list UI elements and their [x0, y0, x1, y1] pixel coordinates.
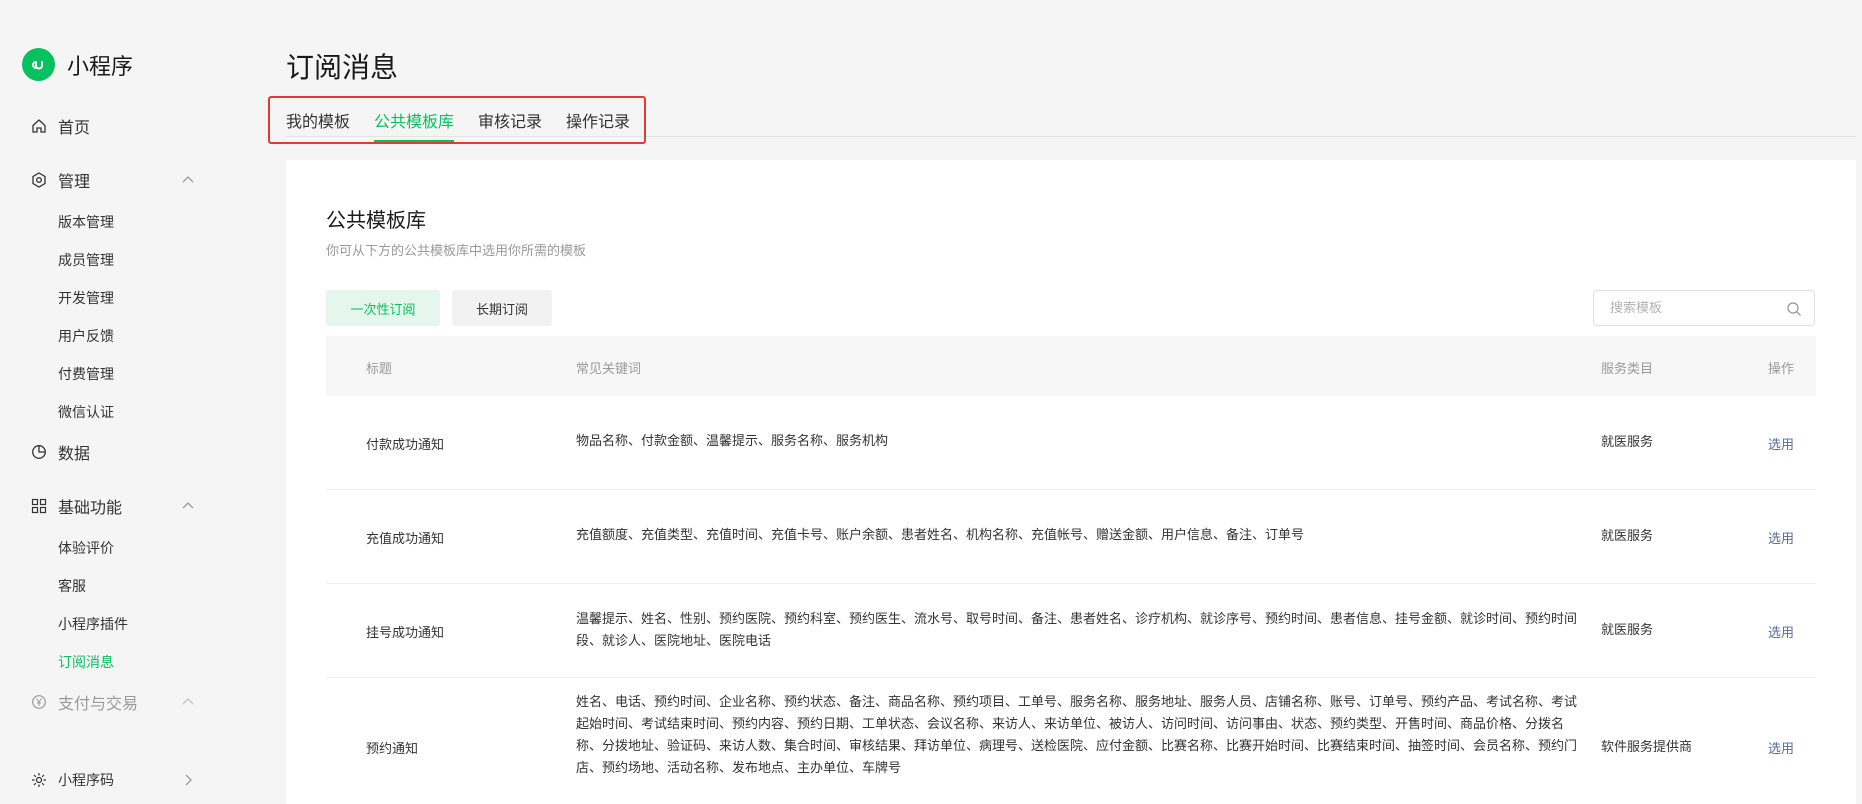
- brand-name: 小程序: [67, 54, 134, 80]
- chevron-up-icon[interactable]: [180, 498, 196, 514]
- select-button[interactable]: 选用: [1768, 622, 1794, 641]
- search-icon[interactable]: [1786, 301, 1802, 317]
- row-title: 充值成功通知: [366, 532, 445, 547]
- sidebar-item-review[interactable]: 体验评价: [58, 538, 114, 558]
- long-term-subscribe-button[interactable]: 长期订阅: [452, 290, 552, 326]
- brand[interactable]: 小程序: [22, 48, 133, 81]
- sidebar-item-customer-service[interactable]: 客服: [58, 576, 86, 596]
- yen-icon: [30, 693, 48, 711]
- sidebar-item-label: 基础功能: [58, 498, 123, 517]
- sidebar-item-feedback[interactable]: 用户反馈: [58, 326, 114, 346]
- tab-highlight-annotation: [268, 96, 646, 144]
- row-keywords: 温馨提示、姓名、性别、预约医院、预约科室、预约医生、流水号、取号时间、备注、患者…: [576, 612, 1578, 649]
- sidebar-item-dev[interactable]: 开发管理: [58, 288, 114, 308]
- row-keywords: 姓名、电话、预约时间、企业名称、预约状态、备注、商品名称、预约项目、工单号、服务…: [576, 695, 1578, 776]
- mini-program-logo-icon: [22, 48, 55, 81]
- select-button[interactable]: 选用: [1768, 738, 1794, 757]
- sidebar-item-qrcode[interactable]: 小程序码: [30, 768, 114, 792]
- row-category: 就医服务: [1601, 435, 1654, 450]
- sidebar-item-payment[interactable]: 支付与交易: [30, 690, 138, 714]
- sidebar-item-wechat-auth[interactable]: 微信认证: [58, 402, 114, 422]
- sidebar-item-label: 数据: [58, 444, 91, 463]
- card-description: 你可从下方的公共模板库中选用你所需的模板: [326, 244, 587, 259]
- sidebar-item-label: 管理: [58, 172, 91, 191]
- table-header: 标题 常见关键词 服务类目 操作: [326, 336, 1816, 396]
- header-action: 操作: [1768, 362, 1795, 377]
- sidebar: 小程序 首页 管理 版本管理 成员管理 开发管理 用户反馈 付费管理 微信认证 …: [0, 0, 240, 804]
- sidebar-item-label: 小程序码: [58, 773, 114, 789]
- sidebar-item-subscribe-msg[interactable]: 订阅消息: [58, 652, 114, 672]
- card-title: 公共模板库: [326, 208, 426, 232]
- template-library-card: 公共模板库 你可从下方的公共模板库中选用你所需的模板 一次性订阅 长期订阅 标题…: [286, 160, 1856, 804]
- table-row: 挂号成功通知 温馨提示、姓名、性别、预约医院、预约科室、预约医生、流水号、取号时…: [326, 584, 1816, 678]
- pie-chart-icon: [30, 443, 48, 461]
- header-title: 标题: [366, 362, 393, 377]
- sidebar-item-label: 首页: [58, 118, 91, 137]
- grid-icon: [30, 497, 48, 515]
- sidebar-item-plugins[interactable]: 小程序插件: [58, 614, 128, 634]
- row-keywords: 物品名称、付款金额、温馨提示、服务名称、服务机构: [576, 434, 889, 449]
- row-title: 预约通知: [366, 742, 419, 757]
- select-button[interactable]: 选用: [1768, 434, 1794, 453]
- row-title: 付款成功通知: [366, 438, 445, 453]
- sidebar-item-billing[interactable]: 付费管理: [58, 364, 114, 384]
- sidebar-item-basic[interactable]: 基础功能: [30, 494, 122, 518]
- chevron-up-icon[interactable]: [180, 694, 196, 710]
- search-input[interactable]: [1610, 300, 1780, 316]
- sidebar-item-data[interactable]: 数据: [30, 440, 90, 464]
- one-time-subscribe-button[interactable]: 一次性订阅: [326, 290, 440, 326]
- search-box: [1593, 290, 1815, 326]
- row-keywords: 充值额度、充值类型、充值时间、充值卡号、账户余额、患者姓名、机构名称、充值帐号、…: [576, 528, 1305, 543]
- header-category: 服务类目: [1601, 362, 1654, 377]
- page-title: 订阅消息: [286, 51, 399, 84]
- chevron-right-icon[interactable]: [180, 772, 196, 788]
- row-title: 挂号成功通知: [366, 626, 445, 641]
- table-row: 预约通知 姓名、电话、预约时间、企业名称、预约状态、备注、商品名称、预约项目、工…: [326, 678, 1816, 804]
- sidebar-item-home[interactable]: 首页: [30, 114, 90, 138]
- settings-icon: [30, 171, 48, 189]
- row-category: 就医服务: [1601, 529, 1654, 544]
- sidebar-item-version[interactable]: 版本管理: [58, 212, 114, 232]
- sidebar-item-label: 支付与交易: [58, 694, 139, 713]
- chevron-up-icon[interactable]: [180, 172, 196, 188]
- sidebar-item-members[interactable]: 成员管理: [58, 250, 114, 270]
- home-icon: [30, 117, 48, 135]
- table-row: 付款成功通知 物品名称、付款金额、温馨提示、服务名称、服务机构 就医服务 选用: [326, 396, 1816, 490]
- table-row: 充值成功通知 充值额度、充值类型、充值时间、充值卡号、账户余额、患者姓名、机构名…: [326, 490, 1816, 584]
- select-button[interactable]: 选用: [1768, 528, 1794, 547]
- row-category: 软件服务提供商: [1601, 740, 1693, 755]
- header-keywords: 常见关键词: [576, 362, 642, 377]
- sidebar-item-manage[interactable]: 管理: [30, 168, 90, 192]
- sun-qrcode-icon: [30, 771, 48, 789]
- row-category: 就医服务: [1601, 623, 1654, 638]
